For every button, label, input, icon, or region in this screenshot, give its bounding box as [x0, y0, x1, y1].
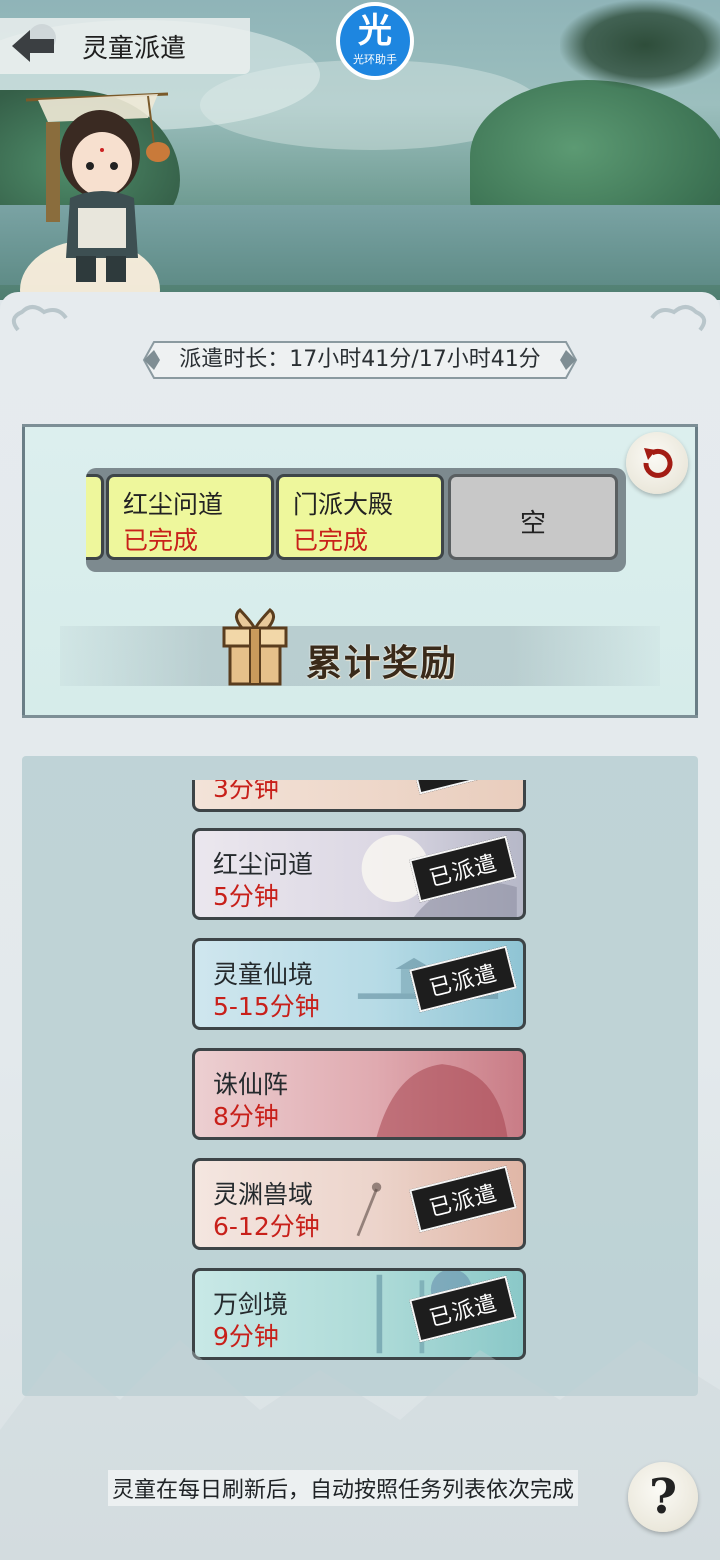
mission-item[interactable]: 灵渊兽域 6-12分钟 已派遣 — [192, 1158, 526, 1250]
mission-time: 6-12分钟 — [213, 1212, 320, 1241]
mission-item[interactable]: 灵童仙境 5-15分钟 已派遣 — [192, 938, 526, 1030]
refresh-icon — [643, 448, 673, 478]
mission-list[interactable]: 3分钟 已派遣 红尘问道 5分钟 已派遣 灵童仙境 5-15分钟 已派遣 诛仙阵… — [22, 780, 698, 1380]
slot-status: 已完成 — [293, 526, 369, 555]
dispatch-duration: 派遣时长：17小时41分/17小时41分 — [179, 347, 541, 372]
slots-tray: 红尘问道 已完成 门派大殿 已完成 空 — [86, 468, 626, 572]
dispatched-stamp: 已派遣 — [409, 780, 517, 795]
mission-name: 灵渊兽域 — [213, 1180, 314, 1209]
cloud-ornament-left — [11, 305, 68, 332]
mission-item[interactable]: 3分钟 已派遣 — [192, 780, 526, 812]
mission-time: 8分钟 — [213, 1102, 279, 1131]
refresh-button[interactable] — [626, 432, 688, 494]
logo-main-text: 光 — [358, 11, 392, 51]
mission-name: 红尘问道 — [213, 850, 314, 879]
mission-name: 灵童仙境 — [213, 960, 314, 989]
mission-time: 5分钟 — [213, 882, 279, 911]
back-button[interactable] — [8, 24, 60, 68]
cloud-ornament-right — [650, 305, 707, 332]
gift-box-icon[interactable] — [220, 606, 290, 688]
slot-item[interactable]: 门派大殿 已完成 — [276, 474, 444, 560]
demon-art — [376, 1064, 508, 1137]
slot-name: 门派大殿 — [293, 490, 394, 519]
help-button[interactable]: ? — [628, 1462, 698, 1532]
slot-name: 红尘问道 — [123, 490, 224, 519]
logo-sub-text: 光环助手 — [353, 53, 397, 66]
slot-item[interactable]: 红尘问道 已完成 — [106, 474, 274, 560]
mission-item[interactable]: 万剑境 9分钟 已派遣 — [192, 1268, 526, 1360]
cumulative-reward-label[interactable]: 累计奖励 — [306, 634, 458, 686]
spirit-child-avatar — [25, 92, 170, 282]
mission-name: 诛仙阵 — [213, 1070, 289, 1099]
mission-item[interactable]: 诛仙阵 8分钟 — [192, 1048, 526, 1140]
mission-time: 9分钟 — [213, 1322, 279, 1351]
slot-item[interactable] — [86, 474, 104, 560]
slot-status: 已完成 — [123, 526, 199, 555]
mission-item[interactable]: 红尘问道 5分钟 已派遣 — [192, 828, 526, 920]
slot-item-empty[interactable]: 空 — [448, 474, 618, 560]
slot-empty-label: 空 — [519, 509, 546, 539]
page-title: 灵童派遣 — [82, 34, 187, 64]
mission-time: 3分钟 — [213, 780, 279, 803]
auto-complete-hint: 灵童在每日刷新后，自动按照任务列表依次完成 — [108, 1470, 579, 1506]
mission-time: 5-15分钟 — [213, 992, 320, 1021]
back-arrow-icon — [12, 24, 56, 62]
app-logo: 光 光环助手 — [336, 2, 414, 80]
question-mark-icon: ? — [648, 1469, 678, 1525]
mission-name: 万剑境 — [213, 1290, 289, 1319]
